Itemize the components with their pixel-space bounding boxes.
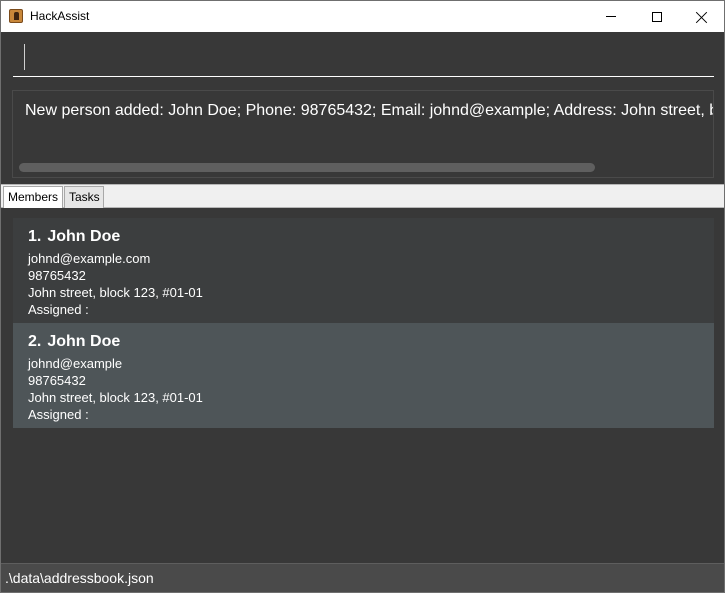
member-phone: 98765432: [28, 268, 86, 283]
member-email: johnd@example.com: [28, 251, 151, 266]
status-bar: .\data\addressbook.json: [1, 563, 724, 592]
command-box: [1, 32, 724, 85]
member-name-row: 1. John Doe: [28, 226, 699, 247]
result-message: New person added: John Doe; Phone: 98765…: [25, 102, 713, 119]
member-name-row: 2. John Doe: [28, 331, 699, 352]
text-caret: [24, 44, 25, 70]
member-address: John street, block 123, #01-01: [28, 390, 203, 405]
window-title: HackAssist: [30, 9, 90, 23]
horizontal-scrollbar[interactable]: [19, 163, 595, 172]
member-assigned: Assigned :: [28, 407, 89, 422]
maximize-icon: [652, 11, 662, 22]
minimize-button[interactable]: [588, 1, 634, 32]
member-index: 1.: [28, 228, 42, 245]
minimize-icon: [606, 16, 616, 17]
member-name: John Doe: [47, 333, 121, 350]
tab-members[interactable]: Members: [3, 186, 63, 208]
member-index: 2.: [28, 333, 42, 350]
app-icon: [9, 9, 23, 23]
close-icon: [696, 11, 708, 23]
maximize-button[interactable]: [634, 1, 680, 32]
member-card[interactable]: 1. John Doe johnd@example.com 98765432 Jo…: [13, 218, 714, 323]
member-card-selected[interactable]: 2. John Doe johnd@example 98765432 John s…: [13, 323, 714, 428]
data-file-path: .\data\addressbook.json: [5, 570, 154, 586]
close-button[interactable]: [679, 1, 724, 32]
tab-tasks[interactable]: Tasks: [64, 186, 104, 208]
result-display[interactable]: New person added: John Doe; Phone: 98765…: [12, 90, 714, 178]
tab-bar: Members Tasks: [1, 184, 724, 208]
member-email: johnd@example: [28, 356, 123, 371]
app-window: HackAssist New person added: John Doe; P…: [0, 0, 725, 593]
command-input[interactable]: [13, 40, 714, 77]
member-assigned: Assigned :: [28, 302, 89, 317]
member-phone: 98765432: [28, 373, 86, 388]
member-name: John Doe: [47, 228, 121, 245]
member-list: 1. John Doe johnd@example.com 98765432 Jo…: [1, 208, 724, 563]
member-address: John street, block 123, #01-01: [28, 285, 203, 300]
title-bar[interactable]: HackAssist: [1, 1, 724, 32]
